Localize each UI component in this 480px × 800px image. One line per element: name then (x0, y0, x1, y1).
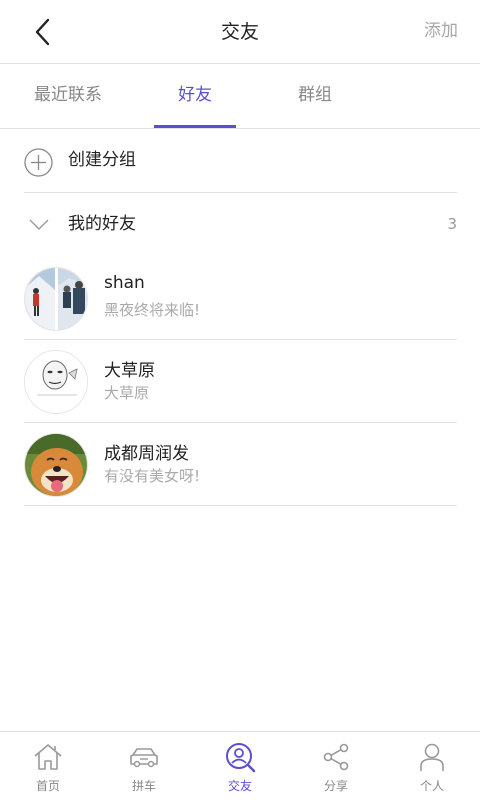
home-icon (34, 744, 62, 770)
create-group-label: 创建分组 (68, 150, 136, 170)
meme-face-sticker (25, 351, 87, 413)
friend-name: 成都周润发 (104, 444, 189, 464)
nav-label: 首页 (35, 779, 60, 793)
mountaineers-photo (25, 268, 87, 330)
nav-label: 分享 (323, 779, 348, 793)
nav-home[interactable]: 首页 (0, 732, 96, 800)
bottom-navigation: 首页 拼车 交友 分享 个人 (0, 731, 480, 800)
tab-groups[interactable]: 群组 (274, 64, 356, 128)
plus-circle-icon (24, 148, 53, 177)
add-button[interactable]: 添加 (424, 0, 458, 64)
person-icon (420, 743, 444, 771)
group-name: 我的好友 (68, 214, 136, 234)
friend-search-icon (226, 743, 256, 773)
tab-friends[interactable]: 好友 (154, 64, 236, 128)
smiling-dog-photo (25, 434, 87, 496)
friend-list-item[interactable]: shan 黑夜终将来临! (24, 257, 457, 340)
nav-label: 个人 (419, 779, 444, 793)
share-icon (323, 743, 349, 771)
friend-status: 有没有美女呀! (104, 467, 201, 485)
friend-name: shan (104, 273, 145, 293)
friend-list-item[interactable]: 成都周润发 有没有美女呀! (24, 423, 457, 506)
friend-status: 大草原 (104, 384, 150, 402)
car-icon (130, 748, 158, 768)
page-title: 交友 (220, 21, 259, 43)
top-bar: 交友 添加 (0, 0, 480, 64)
friend-status: 黑夜终将来临! (104, 301, 201, 319)
avatar (24, 433, 88, 497)
friend-list-item[interactable]: 大草原 大草原 (24, 340, 457, 423)
create-group-row[interactable]: 创建分组 (24, 130, 457, 193)
nav-carpool[interactable]: 拼车 (96, 732, 192, 800)
nav-label: 交友 (227, 779, 252, 793)
nav-friends[interactable]: 交友 (192, 732, 288, 800)
avatar (24, 350, 88, 414)
friend-group-header[interactable]: 我的好友 3 (24, 194, 457, 256)
tab-recent-contacts[interactable]: 最近联系 (18, 64, 118, 128)
chevron-down-icon (29, 219, 49, 230)
avatar (24, 267, 88, 331)
nav-profile[interactable]: 个人 (384, 732, 480, 800)
active-tab-indicator (154, 125, 236, 128)
nav-share[interactable]: 分享 (288, 732, 384, 800)
friend-name: 大草原 (104, 361, 155, 381)
group-member-count: 3 (447, 215, 457, 233)
nav-label: 拼车 (131, 779, 156, 793)
tab-bar: 最近联系 好友 群组 (0, 64, 480, 129)
